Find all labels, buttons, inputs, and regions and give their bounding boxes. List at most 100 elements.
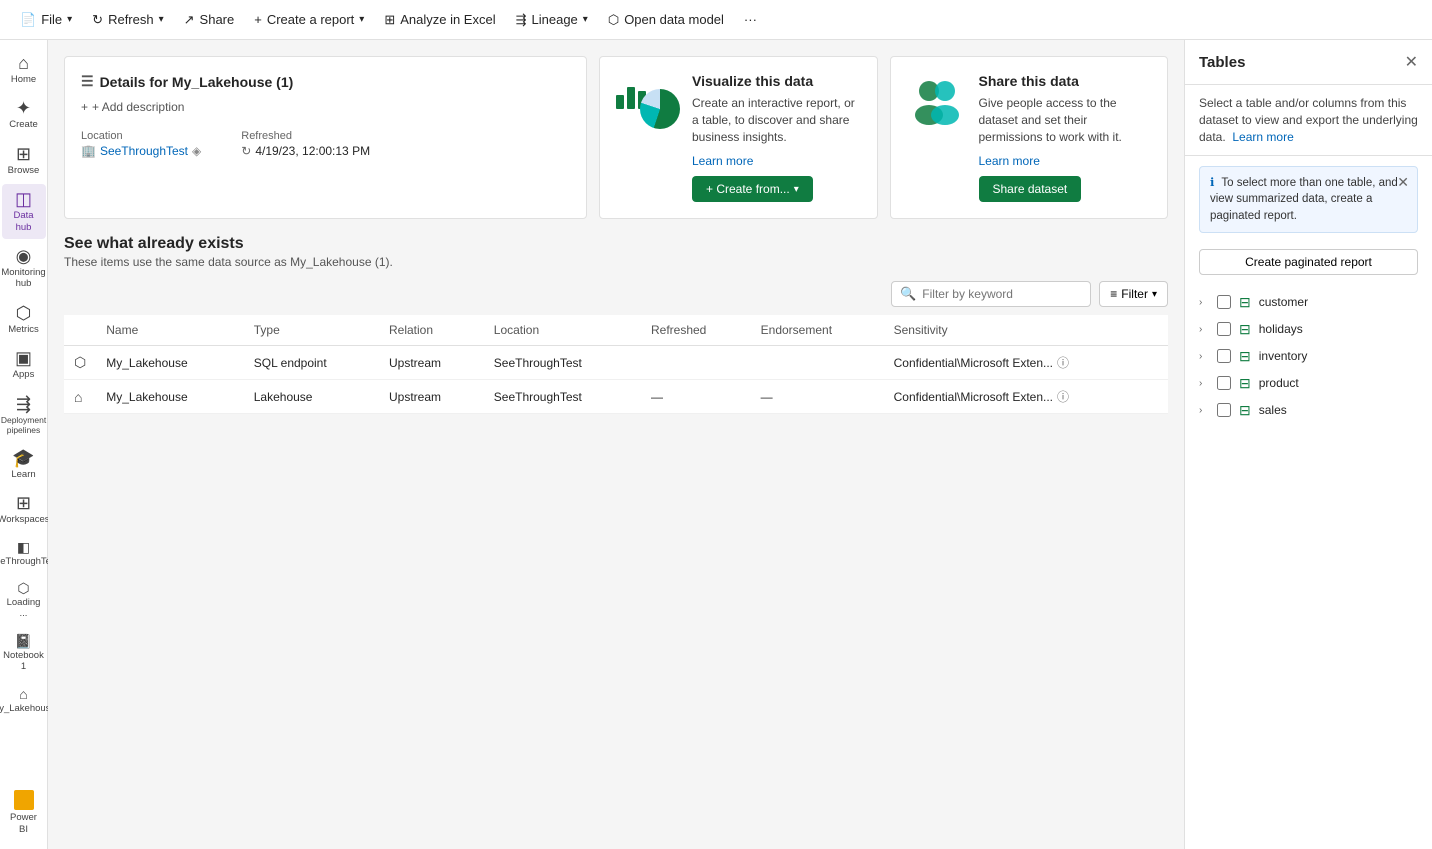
chevron-down-icon: ▾ <box>1152 289 1157 300</box>
sidebar-item-seethrough[interactable]: ◧ SeeThroughTest <box>2 534 46 573</box>
table-list-item[interactable]: › ⊟ product <box>1185 370 1432 397</box>
table-list-item[interactable]: › ⊟ customer <box>1185 289 1432 316</box>
table-name: customer <box>1259 295 1308 309</box>
close-panel-button[interactable]: ✕ <box>1405 52 1418 72</box>
col-relation-header: Relation <box>379 315 484 346</box>
location-icon: 🏢 <box>81 144 96 158</box>
sensitivity-info-icon[interactable]: ⓘ <box>1057 388 1069 405</box>
close-info-button[interactable]: ✕ <box>1397 173 1409 193</box>
sidebar-item-notebook[interactable]: 📓 Notebook 1 <box>2 628 46 679</box>
plus-icon: + <box>254 12 262 27</box>
table-checkbox[interactable] <box>1217 322 1231 336</box>
col-icon-header <box>64 315 96 346</box>
row-location: SeeThroughTest <box>484 346 641 380</box>
table-name: sales <box>1259 403 1287 417</box>
chevron-icon: ▾ <box>67 14 72 25</box>
learn-icon: 🎓 <box>12 449 34 467</box>
analyze-excel-button[interactable]: ⊞ Analyze in Excel <box>376 8 503 32</box>
visualize-desc: Create an interactive report, or a table… <box>692 95 861 145</box>
row-name: My_Lakehouse <box>96 380 244 414</box>
table-chevron-icon: › <box>1199 297 1209 308</box>
workspaces-icon: ⊞ <box>16 494 31 512</box>
sidebar-item-apps[interactable]: ▣ Apps <box>2 343 46 386</box>
see-what-exists-section: See what already exists These items use … <box>64 235 1168 414</box>
share-title: Share this data <box>979 73 1152 89</box>
metrics-icon: ⬡ <box>16 304 32 322</box>
share-dataset-button[interactable]: Share dataset <box>979 176 1082 202</box>
share-learn-more[interactable]: Learn more <box>979 154 1040 168</box>
table-row[interactable]: ⌂ My_Lakehouse Lakehouse Upstream SeeThr… <box>64 380 1168 414</box>
dropdown-arrow: ▾ <box>794 184 799 195</box>
monitoring-icon: ◉ <box>16 247 32 265</box>
sidebar-item-monitoring[interactable]: ◉ Monitoring hub <box>2 241 46 296</box>
sidebar-item-browse[interactable]: ⊞ Browse <box>2 139 46 182</box>
share-card-body: Share this data Give people access to th… <box>979 73 1152 202</box>
row-icon: ⌂ <box>74 389 82 405</box>
deployment-icon: ⇶ <box>16 395 31 413</box>
home-icon: ⌂ <box>18 54 29 72</box>
panel-title: Tables <box>1199 54 1245 71</box>
table-checkbox[interactable] <box>1217 403 1231 417</box>
visualize-title: Visualize this data <box>692 73 861 89</box>
table-grid-icon: ⊟ <box>1239 348 1251 365</box>
col-refreshed-header: Refreshed <box>641 315 751 346</box>
lineage-icon: ⇶ <box>516 12 527 28</box>
more-button[interactable]: ··· <box>736 8 765 31</box>
search-icon: 🔍 <box>900 286 916 302</box>
add-description-button[interactable]: + + Add description <box>81 100 570 114</box>
sensitivity-info-icon[interactable]: ⓘ <box>1057 354 1069 371</box>
sidebar-item-workspaces[interactable]: ⊞ Workspaces <box>2 488 46 531</box>
sidebar-item-loading[interactable]: ⬡ Loading ... <box>2 575 46 626</box>
section-subtitle: These items use the same data source as … <box>64 255 1168 269</box>
loading-icon: ⬡ <box>17 581 29 595</box>
sidebar-item-metrics[interactable]: ⬡ Metrics <box>2 298 46 341</box>
chevron-icon: ▾ <box>359 14 364 25</box>
share-icon-container <box>907 73 967 133</box>
table-checkbox[interactable] <box>1217 349 1231 363</box>
location-link[interactable]: SeeThroughTest <box>100 144 188 158</box>
open-data-model-button[interactable]: ⬡ Open data model <box>600 8 732 32</box>
panel-learn-more[interactable]: Learn more <box>1232 130 1293 144</box>
data-table: Name Type Relation Location Refreshed En… <box>64 315 1168 414</box>
sidebar-item-create[interactable]: ✦ Create <box>2 93 46 136</box>
table-list-item[interactable]: › ⊟ holidays <box>1185 316 1432 343</box>
table-grid-icon: ⊟ <box>1239 402 1251 419</box>
panel-header: Tables ✕ <box>1185 40 1432 85</box>
table-list-item[interactable]: › ⊟ sales <box>1185 397 1432 424</box>
row-relation: Upstream <box>379 380 484 414</box>
table-list: › ⊟ customer › ⊟ holidays › ⊟ inventory … <box>1185 285 1432 428</box>
create-from-button[interactable]: + Create from... ▾ <box>692 176 813 202</box>
file-button[interactable]: 📄 File ▾ <box>12 8 80 32</box>
filter-button[interactable]: ≡ Filter ▾ <box>1099 281 1168 307</box>
refresh-button[interactable]: ↻ Refresh ▾ <box>84 8 171 32</box>
share-card: Share this data Give people access to th… <box>890 56 1169 219</box>
col-sensitivity-header: Sensitivity <box>884 315 1168 346</box>
share-button[interactable]: ↗ Share <box>176 8 243 32</box>
sidebar-item-home[interactable]: ⌂ Home <box>2 48 46 91</box>
visualize-learn-more[interactable]: Learn more <box>692 154 753 168</box>
table-list-item[interactable]: › ⊟ inventory <box>1185 343 1432 370</box>
excel-icon: ⊞ <box>384 12 395 28</box>
sidebar-item-learn[interactable]: 🎓 Learn <box>2 443 46 486</box>
sidebar-item-deployment[interactable]: ⇶ Deployment pipelines <box>2 389 46 441</box>
search-box: 🔍 <box>891 281 1091 307</box>
certified-icon: ◈ <box>192 144 201 158</box>
table-chevron-icon: › <box>1199 405 1209 416</box>
datahub-icon: ◫ <box>15 190 32 208</box>
sidebar-item-mylakehouse[interactable]: ⌂ My_Lakehouse <box>2 681 46 720</box>
row-endorsement <box>751 346 884 380</box>
meta-row: Location 🏢 SeeThroughTest ◈ Refreshed ↻ … <box>81 130 570 158</box>
section-title: See what already exists <box>64 235 1168 253</box>
row-type: SQL endpoint <box>244 346 379 380</box>
table-checkbox[interactable] <box>1217 376 1231 390</box>
lineage-button[interactable]: ⇶ Lineage ▾ <box>508 8 596 32</box>
table-row[interactable]: ⬡ My_Lakehouse SQL endpoint Upstream See… <box>64 346 1168 380</box>
row-name: My_Lakehouse <box>96 346 244 380</box>
table-checkbox[interactable] <box>1217 295 1231 309</box>
create-paginated-button[interactable]: Create paginated report <box>1199 249 1418 275</box>
create-report-button[interactable]: + Create a report ▾ <box>246 8 372 31</box>
search-input[interactable] <box>922 287 1082 301</box>
col-location-header: Location <box>484 315 641 346</box>
sidebar-item-datahub[interactable]: ◫ Data hub <box>2 184 46 239</box>
browse-icon: ⊞ <box>16 145 31 163</box>
